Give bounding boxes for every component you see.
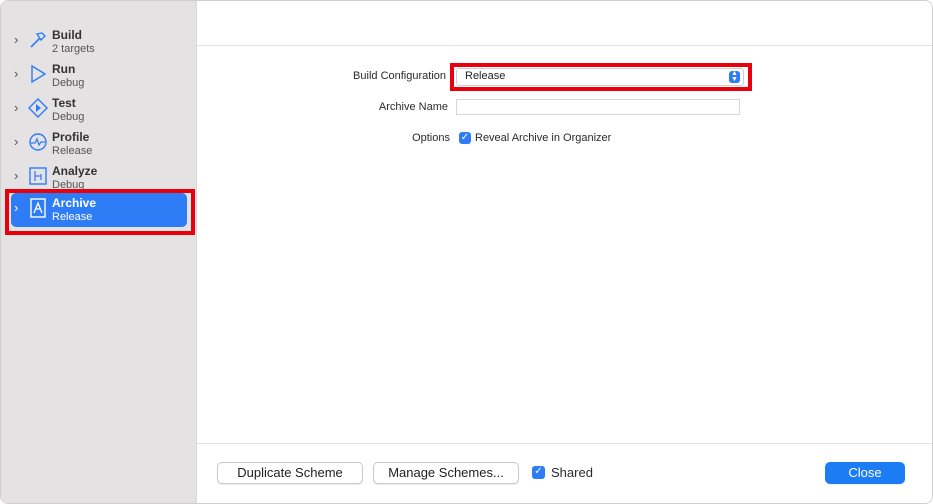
sidebar-item-label: Test bbox=[52, 96, 76, 110]
sidebar-item-build[interactable]: › Build 2 targets bbox=[11, 25, 187, 59]
sidebar-item-profile[interactable]: › Profile Release bbox=[11, 127, 187, 161]
annotation-highlight-box bbox=[5, 189, 195, 235]
reveal-archive-checkbox[interactable]: ✓ bbox=[459, 132, 471, 144]
build-configuration-label: Build Configuration bbox=[353, 70, 446, 82]
chevron-right-icon[interactable]: › bbox=[14, 67, 26, 81]
test-diamond-icon bbox=[28, 98, 48, 118]
close-button[interactable]: Close bbox=[825, 462, 905, 484]
scheme-actions-sidebar: › Build 2 targets › Run Debug › Test Deb… bbox=[1, 1, 197, 503]
archive-name-input[interactable] bbox=[456, 99, 740, 115]
sidebar-item-subtitle: Debug bbox=[52, 111, 85, 123]
chevron-right-icon[interactable]: › bbox=[14, 135, 26, 149]
sidebar-item-label: Profile bbox=[52, 130, 90, 144]
shared-checkbox[interactable]: ✓ bbox=[532, 466, 545, 479]
tab-bar bbox=[197, 1, 932, 46]
sidebar-item-subtitle: 2 targets bbox=[52, 43, 95, 55]
gauge-icon bbox=[28, 132, 48, 152]
reveal-archive-label: Reveal Archive in Organizer bbox=[475, 132, 612, 144]
sidebar-item-subtitle: Debug bbox=[52, 77, 85, 89]
sidebar-item-label: Build bbox=[52, 28, 82, 42]
options-label: Options bbox=[412, 132, 450, 144]
footer-bar: Duplicate Scheme Manage Schemes... ✓ Sha… bbox=[197, 443, 932, 503]
analyze-icon bbox=[28, 166, 48, 186]
sidebar-item-test[interactable]: › Test Debug bbox=[11, 93, 187, 127]
scheme-editor-window: › Build 2 targets › Run Debug › Test Deb… bbox=[0, 0, 933, 504]
chevron-right-icon[interactable]: › bbox=[14, 169, 26, 183]
annotation-highlight-box bbox=[450, 63, 752, 91]
sidebar-item-label: Analyze bbox=[52, 164, 98, 178]
shared-label: Shared bbox=[551, 465, 593, 480]
play-icon bbox=[28, 64, 48, 84]
sidebar-item-label: Run bbox=[52, 62, 76, 76]
sidebar-item-subtitle: Release bbox=[52, 145, 93, 157]
archive-name-label: Archive Name bbox=[378, 101, 448, 113]
duplicate-scheme-button[interactable]: Duplicate Scheme bbox=[217, 462, 363, 484]
sidebar-item-run[interactable]: › Run Debug bbox=[11, 59, 187, 93]
manage-schemes-button[interactable]: Manage Schemes... bbox=[373, 462, 519, 484]
hammer-icon bbox=[28, 30, 48, 50]
chevron-right-icon[interactable]: › bbox=[14, 101, 26, 115]
chevron-right-icon[interactable]: › bbox=[14, 33, 26, 47]
